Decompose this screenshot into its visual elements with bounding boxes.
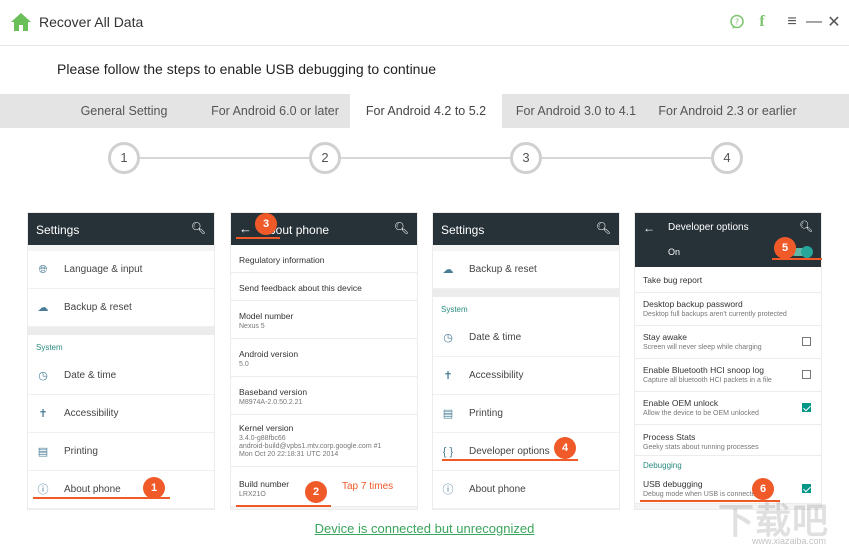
list-item: ☁ Backup & reset	[433, 251, 619, 289]
checkbox-oem-unlock	[802, 403, 811, 412]
phone-screen-about: ← About phone 🔍︎ Regulatory information …	[230, 212, 418, 510]
android-version-tabs: General Setting For Android 6.0 or later…	[0, 94, 849, 128]
printer-icon: ▤	[442, 408, 454, 420]
back-arrow-icon: ←	[643, 221, 655, 235]
tab-android-4-2[interactable]: For Android 4.2 to 5.2	[350, 94, 502, 128]
info-item: Kernel version 3.4.0-g88fbc66 android-bui…	[231, 415, 417, 467]
list-item-developer-options: { } Developer options	[433, 433, 619, 471]
highlight-underline	[236, 505, 331, 507]
feedback-icon[interactable]: ?	[727, 12, 747, 32]
step-2: 2	[309, 142, 341, 174]
search-icon: 🔍︎	[799, 221, 813, 233]
clock-icon: ◷	[38, 370, 48, 382]
step-1: 1	[108, 142, 140, 174]
dev-option-item: Enable Bluetooth HCI snoop log Capture al…	[635, 359, 821, 392]
list-item: ▤ Printing	[28, 433, 214, 471]
highlight-underline	[236, 237, 280, 239]
title-bar: Recover All Data ? f ≡ — ✕	[0, 0, 849, 46]
section-label: System	[28, 335, 214, 357]
accessibility-icon: ✝	[38, 408, 48, 420]
home-icon	[11, 13, 31, 31]
code-braces-icon: { }	[442, 446, 454, 458]
phone-screen-developer-options: ← Developer options 🔍︎ On Take bug repor…	[634, 212, 822, 510]
dev-option-item: Process Stats Geeky stats about running p…	[635, 425, 821, 456]
step-3: 3	[510, 142, 542, 174]
step-badge: 1	[143, 477, 165, 499]
list-item-about-phone: ⓘ About phone	[28, 471, 214, 509]
dev-option-item: Enable OEM unlock Allow the device to be …	[635, 392, 821, 425]
step-badge: 4	[554, 437, 576, 459]
dev-option-item: Stay awake Screen will never sleep while …	[635, 326, 821, 359]
highlight-underline	[772, 258, 822, 260]
phone-screen-settings: Settings 🔍︎ 🌐︎ Language & input ☁ Backup &…	[27, 212, 215, 510]
dev-option-item: Take bug report	[635, 267, 821, 293]
info-icon: ⓘ	[442, 484, 454, 496]
back-arrow-icon: ←	[239, 221, 252, 236]
tab-general-setting[interactable]: General Setting	[55, 94, 193, 128]
list-item: ✝ Accessibility	[28, 395, 214, 433]
instruction-text: Please follow the steps to enable USB de…	[57, 61, 437, 77]
phone-screen-settings-developer: Settings 🔍︎ ☁ Backup & reset System ◷ Date…	[432, 212, 620, 510]
list-item: ◷ Date & time	[433, 319, 619, 357]
section-label: System	[433, 297, 619, 319]
step-badge: 3	[255, 213, 277, 235]
tab-android-3[interactable]: For Android 3.0 to 4.1	[505, 94, 647, 128]
checkbox-stay-awake	[802, 337, 811, 346]
settings-header: Settings 🔍︎	[433, 213, 619, 245]
checkbox-bluetooth-log	[802, 370, 811, 379]
clock-icon: ◷	[443, 332, 453, 344]
facebook-icon[interactable]: f	[752, 12, 772, 32]
step-connector	[542, 157, 712, 159]
step-badge: 2	[305, 481, 327, 503]
minimize-icon[interactable]: —	[804, 12, 824, 32]
globe-icon: 🌐︎	[38, 264, 48, 276]
watermark-url: www.xiazaiba.com	[752, 536, 827, 546]
cloud-icon: ☁	[442, 264, 454, 276]
printer-icon: ▤	[37, 446, 49, 458]
developer-title: Developer options	[668, 222, 749, 233]
section-label: Debugging	[635, 456, 821, 474]
search-icon: 🔍︎	[595, 221, 611, 235]
list-item: 🌐︎ Language & input	[28, 251, 214, 289]
step-connector	[341, 157, 511, 159]
svg-text:?: ?	[735, 18, 739, 27]
accessibility-icon: ✝	[443, 370, 453, 382]
step-badge: 5	[774, 237, 796, 259]
info-item: Baseband version M8974A-2.0.50.2.21	[231, 377, 417, 415]
search-icon: 🔍︎	[190, 221, 206, 235]
settings-header: Settings 🔍︎	[28, 213, 214, 245]
list-item: ✝ Accessibility	[433, 357, 619, 395]
toggle-label: On	[668, 247, 681, 257]
close-icon[interactable]: ✕	[824, 12, 844, 32]
info-item: Model number Nexus 5	[231, 301, 417, 339]
tap-hint: Tap 7 times	[342, 481, 394, 492]
settings-title: Settings	[441, 223, 485, 237]
list-item: ◷ Date & time	[28, 357, 214, 395]
search-icon: 🔍︎	[393, 221, 409, 235]
info-item: Send feedback about this device	[231, 273, 417, 301]
settings-title: Settings	[36, 223, 80, 237]
tab-android-2-3[interactable]: For Android 2.3 or earlier	[650, 94, 805, 128]
list-item: ▤ Printing	[433, 395, 619, 433]
info-icon: ⓘ	[37, 484, 49, 496]
menu-icon[interactable]: ≡	[782, 12, 802, 32]
info-item: Android version 5.0	[231, 339, 417, 377]
cloud-icon: ☁	[37, 302, 49, 314]
step-connector	[140, 157, 310, 159]
list-item: ⓘ About phone	[433, 471, 619, 509]
app-title: Recover All Data	[39, 14, 144, 30]
step-4: 4	[711, 142, 743, 174]
highlight-underline	[442, 459, 578, 461]
info-item: Regulatory information	[231, 245, 417, 273]
dev-option-item: Desktop backup password Desktop full back…	[635, 293, 821, 326]
tab-android-6[interactable]: For Android 6.0 or later	[200, 94, 350, 128]
list-item: ☁ Backup & reset	[28, 289, 214, 327]
